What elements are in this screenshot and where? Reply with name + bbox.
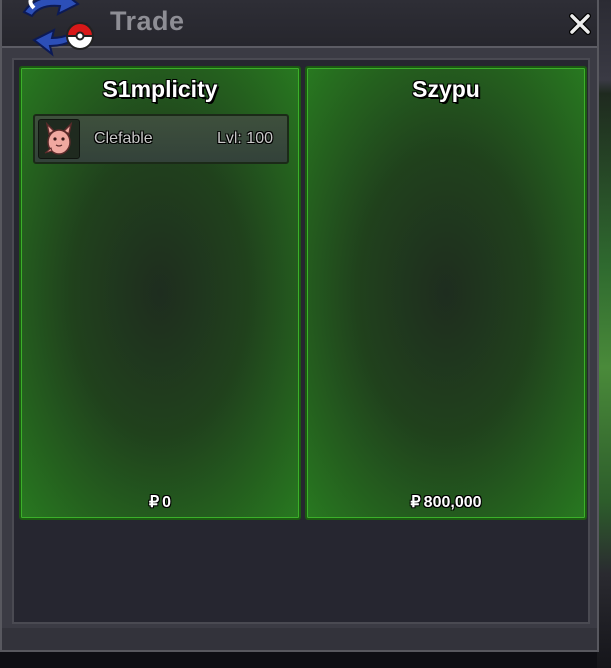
offer-panel-self: S1mplicity Clefable Lvl: 100 ₽ 0: [19, 66, 301, 520]
window-footer: [2, 628, 597, 650]
trade-window: Trade S1mplicity Clefable Lvl: 100 ₽ 0 S…: [0, 0, 599, 652]
offered-money: ₽800,000: [307, 492, 585, 512]
pokemon-level: Lvl: 100: [216, 130, 273, 147]
pokedollar-icon: ₽: [148, 494, 160, 511]
offered-pokemon-slot[interactable]: Clefable Lvl: 100: [33, 114, 289, 164]
player-name: S1mplicity: [102, 76, 218, 102]
offer-panel-partner: Szypu ₽800,000: [305, 66, 587, 520]
trade-logo-icon: [22, 0, 95, 57]
game-background-strip: [597, 0, 611, 668]
player-name: Szypu: [412, 76, 480, 102]
clefable-sprite-icon: [44, 121, 73, 155]
title-bar[interactable]: Trade: [2, 0, 597, 57]
pokemon-icon-frame: [38, 119, 80, 159]
pokedollar-icon: ₽: [410, 494, 421, 511]
close-icon: [569, 13, 591, 35]
offered-money: ₽0: [21, 492, 299, 512]
window-title: Trade: [110, 6, 185, 36]
close-button[interactable]: [564, 8, 596, 40]
trade-content: S1mplicity Clefable Lvl: 100 ₽ 0 Szypu ₽…: [12, 58, 590, 624]
pokemon-name: Clefable: [94, 130, 153, 147]
money-amount: 800,000: [423, 494, 482, 511]
money-amount: 0: [162, 494, 172, 511]
